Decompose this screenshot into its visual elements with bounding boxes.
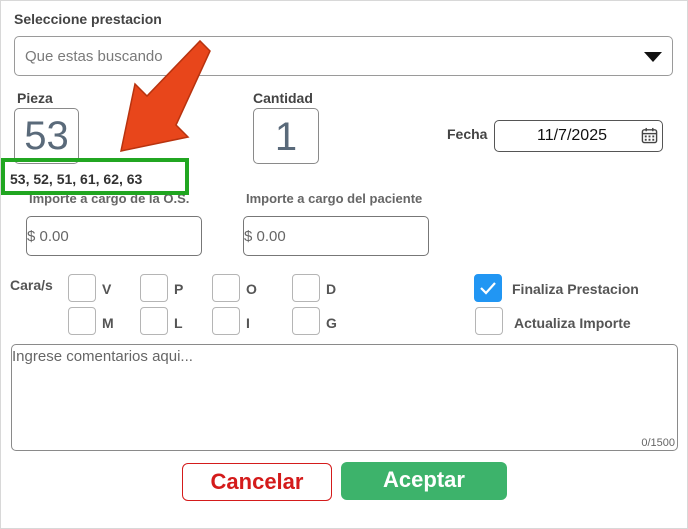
actualiza-label: Actualiza Importe [514,315,631,331]
accept-button[interactable]: Aceptar [341,462,507,500]
fecha-value: 11/7/2025 [537,127,607,144]
prestacion-label: Seleccione prestacion [14,11,162,27]
cara-g-checkbox[interactable] [292,307,320,335]
cara-o-label: O [246,281,257,297]
piezas-list: 53, 52, 51, 61, 62, 63 [10,171,143,187]
fecha-label: Fecha [447,126,488,142]
cara-d-checkbox[interactable] [292,274,320,302]
arrow-annotation-icon [120,39,211,152]
cara-p-label: P [174,281,184,297]
fecha-field[interactable]: 11/7/2025 [494,120,663,152]
importe-paciente-input[interactable]: $ 0.00 [243,216,429,256]
cara-p-checkbox[interactable] [140,274,168,302]
cara-i-checkbox[interactable] [212,307,240,335]
pieza-field[interactable]: 53 [14,108,79,164]
cara-o-checkbox[interactable] [212,274,240,302]
checkmark-icon [480,282,496,295]
cara-d-label: D [326,281,337,297]
prestacion-dialog: Seleccione prestacion Que estas buscando… [0,0,688,529]
cara-v-checkbox[interactable] [68,274,96,302]
actualiza-checkbox[interactable] [475,307,503,335]
cara-l-label: L [174,315,183,331]
cara-m-label: M [102,315,114,331]
chevron-down-icon[interactable] [644,52,662,62]
cara-v-label: V [102,281,112,297]
cara-l-checkbox[interactable] [140,307,168,335]
comentarios-counter: 0/1500 [641,437,675,449]
cantidad-label: Cantidad [253,90,313,106]
finaliza-label: Finaliza Prestacion [512,281,639,297]
finaliza-checkbox[interactable] [474,274,502,302]
comentarios-textarea[interactable]: Ingrese comentarios aqui... 0/1500 [11,344,678,451]
importe-os-value: $ 0.00 [27,228,69,245]
importe-paciente-label: Importe a cargo del paciente [246,191,423,206]
cara-m-checkbox[interactable] [68,307,96,335]
pieza-label: Pieza [17,90,53,106]
cancel-button[interactable]: Cancelar [182,463,332,501]
piezas-highlight: 53, 52, 51, 61, 62, 63 [1,158,189,195]
cantidad-field[interactable]: 1 [253,108,319,164]
cara-g-label: G [326,315,337,331]
comentarios-placeholder: Ingrese comentarios aqui... [12,348,193,365]
cara-i-label: I [246,315,250,331]
importe-paciente-value: $ 0.00 [244,228,286,245]
calendar-icon[interactable] [641,127,658,144]
caras-label: Cara/s [10,277,53,293]
importe-os-input[interactable]: $ 0.00 [26,216,202,256]
